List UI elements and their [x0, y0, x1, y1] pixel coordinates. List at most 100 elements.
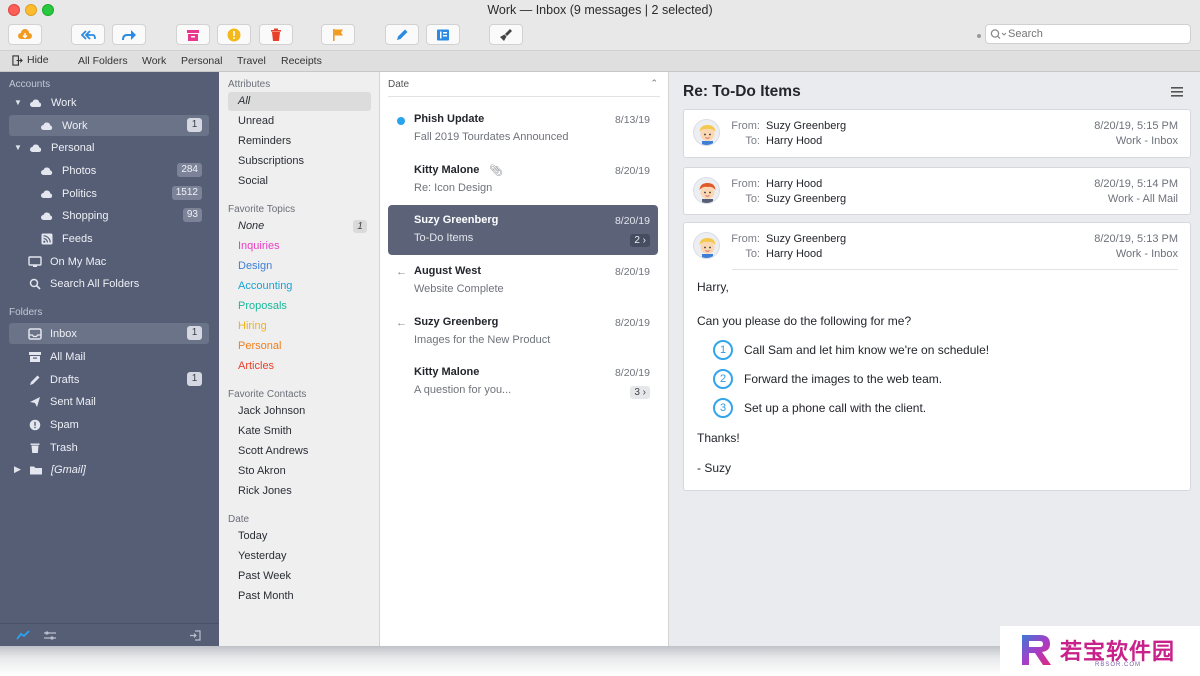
send-icon: [27, 395, 43, 409]
sliders-icon[interactable]: [43, 630, 57, 641]
sidebar-item-label: Trash: [50, 441, 78, 454]
menu-icon[interactable]: [1169, 85, 1185, 99]
trash-icon: [271, 28, 281, 41]
topic-articles[interactable]: Articles: [228, 357, 371, 376]
pencil-icon: [397, 29, 408, 40]
sidebar-item-all-mail[interactable]: All Mail: [9, 346, 209, 367]
topic-design[interactable]: Design: [228, 257, 371, 276]
sidebar-item-label: Search All Folders: [50, 277, 140, 290]
message-row[interactable]: ← August West Website Complete 8/20/19: [388, 256, 658, 306]
to-name[interactable]: Harry Hood: [766, 248, 822, 260]
disclosure-triangle-icon[interactable]: ▼: [14, 143, 24, 152]
sidebar-item-search-all-folders[interactable]: Search All Folders: [9, 273, 209, 294]
message-subject: Website Complete: [414, 283, 504, 295]
search-input[interactable]: [1008, 26, 1186, 42]
sort-header[interactable]: Date ⌃: [388, 78, 660, 97]
activity-icon[interactable]: [16, 630, 30, 641]
message-header-card[interactable]: From: Harry Hood To: Suzy Greenberg 8/20…: [683, 167, 1191, 215]
reply-all-button[interactable]: [71, 24, 105, 45]
clean-up-button[interactable]: [489, 24, 523, 45]
sidebar-item-inbox[interactable]: Inbox 1: [9, 323, 209, 344]
favorite-travel[interactable]: Travel: [237, 55, 266, 67]
sidebar-item-drafts[interactable]: Drafts 1: [9, 369, 209, 390]
to-name[interactable]: Harry Hood: [766, 135, 822, 147]
sidebar-toggle-icon: [12, 54, 23, 66]
from-label: From:: [731, 233, 760, 245]
message-row[interactable]: Kitty Malone A question for you... 8/20/…: [388, 357, 658, 407]
step-text: Call Sam and let him know we're on sched…: [744, 343, 990, 357]
favorite-contacts-label: Favorite Contacts: [228, 389, 307, 400]
sidebar-item-trash[interactable]: Trash: [9, 437, 209, 458]
topic-accounting[interactable]: Accounting: [228, 277, 371, 296]
topic-inquiries[interactable]: Inquiries: [228, 237, 371, 256]
sidebar-item-personal-account[interactable]: ▼ Personal: [9, 137, 209, 158]
attribute-all[interactable]: All: [228, 92, 371, 111]
compose-button[interactable]: [385, 24, 419, 45]
message-row[interactable]: Kitty Malone 📎︎ Re: Icon Design 8/20/19: [388, 155, 658, 205]
contacts-button[interactable]: [426, 24, 460, 45]
from-name[interactable]: Suzy Greenberg: [766, 120, 846, 132]
contact-scott-andrews[interactable]: Scott Andrews: [228, 442, 371, 461]
sidebar-item-work-inbox[interactable]: Work 1: [9, 115, 209, 136]
hide-sidebar-button[interactable]: Hide: [12, 54, 49, 66]
date-past-month[interactable]: Past Month: [228, 587, 371, 606]
contact-rick-jones[interactable]: Rick Jones: [228, 482, 371, 501]
search-box[interactable]: [985, 24, 1191, 44]
favorite-receipts[interactable]: Receipts: [281, 55, 322, 67]
get-mail-button[interactable]: [8, 24, 42, 45]
message-date: 8/20/19: [614, 266, 650, 278]
mark-spam-button[interactable]: [217, 24, 251, 45]
topic-proposals[interactable]: Proposals: [228, 297, 371, 316]
message-row[interactable]: ← Suzy Greenberg Images for the New Prod…: [388, 307, 658, 357]
thread-count-badge[interactable]: 2 ›: [630, 234, 650, 247]
date-yesterday[interactable]: Yesterday: [228, 547, 371, 566]
contact-kate-smith[interactable]: Kate Smith: [228, 422, 371, 441]
date-today[interactable]: Today: [228, 527, 371, 546]
sidebar-item-gmail-folder[interactable]: ▶ [Gmail]: [9, 459, 209, 480]
message-header-card[interactable]: From: Suzy Greenberg To: Harry Hood 8/20…: [683, 109, 1191, 158]
attribute-reminders[interactable]: Reminders: [228, 132, 371, 151]
disclosure-triangle-icon[interactable]: ▶: [14, 464, 24, 475]
from-name[interactable]: Suzy Greenberg: [766, 233, 846, 245]
sidebar-item-work-account[interactable]: ▼ Work: [9, 92, 209, 113]
favorite-all-folders[interactable]: All Folders: [78, 55, 128, 67]
attribute-subscriptions[interactable]: Subscriptions: [228, 152, 371, 171]
forward-button[interactable]: [112, 24, 146, 45]
attribute-unread[interactable]: Unread: [228, 112, 371, 131]
sign-out-icon[interactable]: [189, 630, 201, 641]
attribute-social[interactable]: Social: [228, 172, 371, 191]
sidebar-item-photos[interactable]: Photos 284: [9, 160, 209, 181]
message-card-expanded: From: Suzy Greenberg To: Harry Hood 8/20…: [683, 222, 1191, 491]
sidebar-item-sent-mail[interactable]: Sent Mail: [9, 391, 209, 412]
favorite-personal[interactable]: Personal: [181, 55, 222, 67]
sidebar-item-label: Personal: [51, 141, 95, 154]
date-past-week[interactable]: Past Week: [228, 567, 371, 586]
archive-button[interactable]: [176, 24, 210, 45]
step-text: Forward the images to the web team.: [744, 372, 943, 386]
to-name[interactable]: Suzy Greenberg: [766, 193, 846, 205]
toolbar: [0, 21, 1200, 50]
sidebar-item-politics[interactable]: Politics 1512: [9, 183, 209, 204]
sidebar-item-on-my-mac[interactable]: On My Mac: [9, 251, 209, 272]
message-date: 8/20/19: [614, 317, 650, 329]
favorite-work[interactable]: Work: [142, 55, 166, 67]
topic-personal[interactable]: Personal: [228, 337, 371, 356]
flag-button[interactable]: [321, 24, 355, 45]
topic-hiring[interactable]: Hiring: [228, 317, 371, 336]
watermark-logo: 若宝软件园 RBSOR.COM: [1000, 626, 1200, 676]
sidebar-item-label: [Gmail]: [51, 463, 86, 476]
sidebar-item-label: Inbox: [50, 327, 77, 340]
delete-button[interactable]: [259, 24, 293, 45]
cloud-icon: [39, 187, 55, 201]
message-row[interactable]: Phish Update Fall 2019 Tourdates Announc…: [388, 104, 658, 154]
disclosure-triangle-icon[interactable]: ▼: [14, 98, 24, 107]
thread-count-badge[interactable]: 3 ›: [630, 386, 650, 399]
topic-none[interactable]: None 1: [228, 217, 371, 236]
sidebar-item-shopping[interactable]: Shopping 93: [9, 205, 209, 226]
sidebar-item-spam[interactable]: Spam: [9, 414, 209, 435]
contact-jack-johnson[interactable]: Jack Johnson: [228, 402, 371, 421]
message-row[interactable]: Suzy Greenberg To-Do Items 8/20/19 2 ›: [388, 205, 658, 255]
contact-sto-akron[interactable]: Sto Akron: [228, 462, 371, 481]
sidebar-item-feeds[interactable]: Feeds: [9, 228, 209, 249]
from-name[interactable]: Harry Hood: [766, 178, 822, 190]
